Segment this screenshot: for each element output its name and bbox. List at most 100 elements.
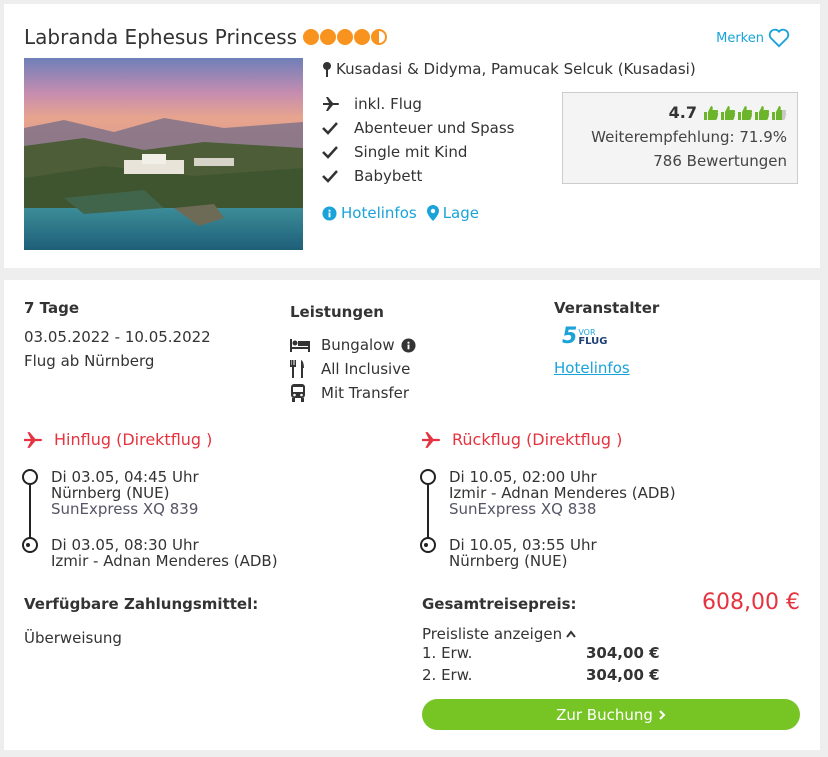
feature-label: Babybett bbox=[354, 167, 423, 185]
pricelist-toggle[interactable]: Preisliste anzeigen bbox=[422, 625, 576, 643]
star-icon bbox=[354, 29, 371, 45]
booking-button-label: Zur Buchung bbox=[556, 705, 653, 724]
star-rating bbox=[303, 29, 388, 45]
thumbs-up-icon bbox=[755, 105, 770, 120]
price-row: 1. Erw. 304,00 € bbox=[422, 642, 660, 664]
cutlery-icon bbox=[290, 360, 304, 378]
outbound-dep-airport: Nürnberg (NUE) bbox=[51, 484, 170, 502]
info-icon bbox=[322, 205, 337, 221]
outbound-arr-time: Di 03.05, 08:30 Uhr bbox=[51, 536, 199, 554]
payment-method: Überweisung bbox=[24, 629, 122, 647]
operator-title: Veranstalter bbox=[554, 299, 660, 317]
recommendation-rate: Weiterempfehlung: 71.9% bbox=[591, 128, 787, 146]
hotel-photo[interactable] bbox=[24, 58, 303, 250]
half-star-icon bbox=[371, 29, 388, 45]
review-count: 786 Bewertungen bbox=[653, 152, 787, 170]
heart-icon bbox=[768, 28, 790, 48]
operator-logo: 5 VOR FLUG bbox=[562, 326, 610, 348]
outbound-timeline bbox=[22, 469, 38, 554]
feature-label: inkl. Flug bbox=[354, 95, 422, 113]
price-row-label: 1. Erw. bbox=[422, 644, 473, 662]
return-header: Rückflug (Direktflug ) bbox=[420, 430, 622, 449]
outbound-title: Hinflug (Direktflug ) bbox=[54, 430, 213, 449]
lage-link[interactable]: Lage bbox=[426, 204, 479, 222]
rating-score: 4.7 bbox=[668, 103, 697, 122]
star-icon bbox=[303, 29, 320, 45]
merken-label: Merken bbox=[716, 30, 764, 46]
return-arr-airport: Nürnberg (NUE) bbox=[449, 552, 568, 570]
feature-item: Babybett bbox=[322, 164, 514, 188]
bed-icon bbox=[290, 339, 310, 352]
hotelinfos-link[interactable]: Hotelinfos bbox=[322, 204, 417, 222]
return-arrival: Di 10.05, 03:55 Uhr Nürnberg (NUE) bbox=[449, 537, 597, 569]
price-row: 2. Erw. 304,00 € bbox=[422, 664, 660, 686]
return-departure: Di 10.05, 02:00 Uhr Izmir - Adnan Mender… bbox=[449, 469, 676, 517]
departure-airport: Flug ab Nürnberg bbox=[24, 352, 155, 370]
hotel-card: Labranda Ephesus Princess Merken Kusadas… bbox=[4, 4, 820, 268]
hotel-title[interactable]: Labranda Ephesus Princess bbox=[24, 25, 388, 49]
feature-label: Abenteuer und Spass bbox=[354, 119, 515, 137]
return-title: Rückflug (Direktflug ) bbox=[452, 430, 623, 449]
outbound-arrival: Di 03.05, 08:30 Uhr Izmir - Adnan Mender… bbox=[51, 537, 278, 569]
outbound-arr-airport: Izmir - Adnan Menderes (ADB) bbox=[51, 552, 278, 570]
service-item: Mit Transfer bbox=[290, 381, 416, 405]
operator-logo-bottom: FLUG bbox=[578, 336, 608, 347]
price-row-value: 304,00 € bbox=[586, 644, 660, 662]
hotel-name[interactable]: Labranda Ephesus Princess bbox=[24, 25, 297, 49]
pricelist-toggle-label: Preisliste anzeigen bbox=[422, 625, 563, 643]
plane-icon bbox=[24, 431, 42, 448]
services-title: Leistungen bbox=[290, 303, 384, 321]
hotel-location: Kusadasi & Didyma, Pamucak Selcuk (Kusad… bbox=[322, 60, 696, 78]
feature-item: inkl. Flug bbox=[322, 92, 514, 116]
lage-link-label: Lage bbox=[442, 204, 479, 222]
return-timeline bbox=[420, 469, 436, 554]
return-dep-airport: Izmir - Adnan Menderes (ADB) bbox=[449, 484, 676, 502]
location-text: Kusadasi & Didyma, Pamucak Selcuk (Kusad… bbox=[336, 60, 696, 78]
service-label: All Inclusive bbox=[321, 360, 411, 378]
price-breakdown: 1. Erw. 304,00 € 2. Erw. 304,00 € bbox=[422, 642, 660, 686]
feature-item: Abenteuer und Spass bbox=[322, 116, 514, 140]
hotel-photo-image bbox=[24, 58, 303, 250]
operator-hotelinfos-link[interactable]: Hotelinfos bbox=[554, 359, 630, 377]
map-marker-icon bbox=[426, 205, 439, 221]
service-label: Mit Transfer bbox=[321, 384, 410, 402]
outbound-departure: Di 03.05, 04:45 Uhr Nürnberg (NUE) SunEx… bbox=[51, 469, 199, 517]
service-label: Bungalow bbox=[321, 336, 395, 354]
plane-icon bbox=[422, 431, 440, 448]
thumbs-up-icon bbox=[704, 105, 719, 120]
total-price: 608,00 € bbox=[702, 590, 800, 615]
star-icon bbox=[337, 29, 354, 45]
bus-icon bbox=[291, 384, 305, 402]
thumbs-up-icon bbox=[772, 105, 787, 120]
info-icon[interactable] bbox=[401, 337, 416, 353]
offer-card: 7 Tage 03.05.2022 - 10.05.2022 Flug ab N… bbox=[4, 280, 820, 750]
payment-title: Verfügbare Zahlungsmittel: bbox=[24, 595, 259, 613]
thumbs-up-icon bbox=[738, 105, 753, 120]
booking-button[interactable]: Zur Buchung bbox=[422, 699, 800, 730]
return-dep-time: Di 10.05, 02:00 Uhr bbox=[449, 468, 597, 486]
hotel-links: Hotelinfos Lage bbox=[322, 204, 479, 222]
checkmark-icon bbox=[322, 170, 338, 183]
thumbs-up-icon bbox=[721, 105, 736, 120]
map-pin-icon bbox=[323, 62, 331, 77]
price-row-label: 2. Erw. bbox=[422, 666, 473, 684]
trip-dates: 03.05.2022 - 10.05.2022 bbox=[24, 328, 211, 346]
total-price-label: Gesamtreisepreis: bbox=[422, 595, 577, 613]
services-list: Bungalow All Inclusive Mit Transfer bbox=[290, 333, 416, 405]
hotelinfos-link-label: Hotelinfos bbox=[341, 204, 417, 222]
hotel-features: inkl. Flug Abenteuer und Spass Single mi… bbox=[322, 92, 514, 188]
outbound-header: Hinflug (Direktflug ) bbox=[22, 430, 212, 449]
service-item: All Inclusive bbox=[290, 357, 416, 381]
rating-score-row: 4.7 bbox=[563, 103, 787, 122]
operator-logo-digit: 5 bbox=[562, 324, 578, 349]
return-arr-time: Di 10.05, 03:55 Uhr bbox=[449, 536, 597, 554]
operator-logo-words: VOR FLUG bbox=[578, 328, 608, 347]
feature-item: Single mit Kind bbox=[322, 140, 514, 164]
thumbs-rating bbox=[703, 105, 787, 121]
return-carrier: SunExpress XQ 838 bbox=[449, 500, 597, 518]
plane-icon bbox=[323, 97, 339, 111]
rating-box[interactable]: 4.7 Weiterempfehlung: 71.9% 786 Bewertun… bbox=[562, 92, 798, 184]
feature-label: Single mit Kind bbox=[354, 143, 468, 161]
trip-duration: 7 Tage bbox=[24, 299, 79, 317]
merken-button[interactable]: Merken bbox=[716, 28, 790, 48]
